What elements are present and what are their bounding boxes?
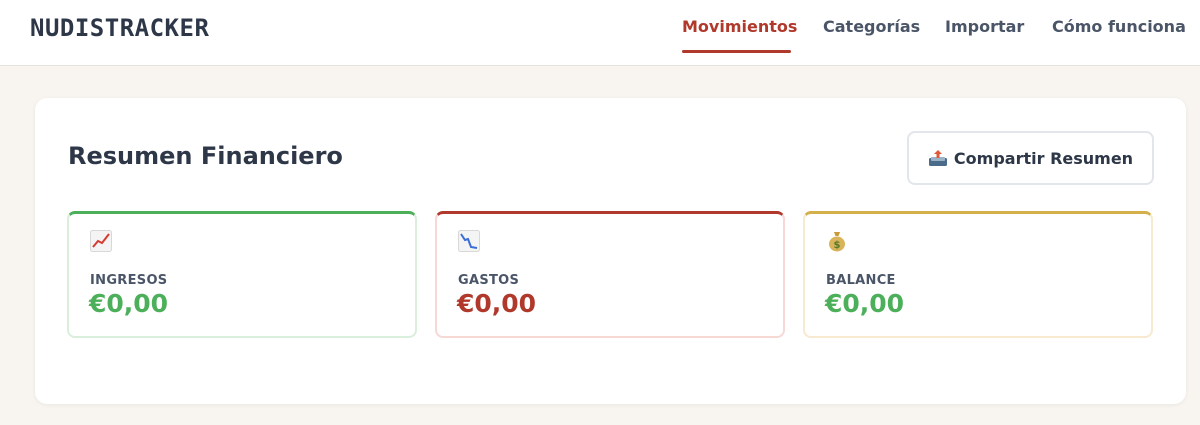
- nav-como-funciona[interactable]: Cómo funciona: [1052, 17, 1186, 36]
- chart-increasing-icon: [90, 230, 112, 252]
- income-stat-card: INGRESOS €0,00: [67, 211, 417, 338]
- financial-summary-card: Resumen Financiero Compartir Resumen ING…: [35, 98, 1186, 404]
- nav-movimientos[interactable]: Movimientos: [682, 17, 797, 36]
- summary-title: Resumen Financiero: [68, 142, 343, 170]
- income-value: €0,00: [89, 289, 169, 318]
- balance-value: €0,00: [825, 289, 905, 318]
- nav-categorias[interactable]: Categorías: [823, 17, 920, 36]
- nav-importar[interactable]: Importar: [945, 17, 1024, 36]
- expense-value: €0,00: [457, 289, 537, 318]
- inbox-tray-icon: [928, 150, 947, 166]
- share-summary-label: Compartir Resumen: [953, 148, 1134, 168]
- svg-text:$: $: [834, 240, 841, 251]
- balance-label: BALANCE: [826, 273, 896, 288]
- balance-stat-card: $ BALANCE €0,00: [803, 211, 1153, 338]
- app-logo[interactable]: NUDISTRACKER: [30, 14, 209, 42]
- expense-label: GASTOS: [458, 273, 520, 288]
- expense-stat-card: GASTOS €0,00: [435, 211, 785, 338]
- active-nav-indicator: [682, 50, 791, 53]
- money-bag-icon: $: [829, 232, 845, 252]
- top-navbar: NUDISTRACKER Movimientos Categorías Impo…: [0, 0, 1200, 66]
- chart-decreasing-icon: [458, 230, 480, 252]
- share-summary-button[interactable]: Compartir Resumen: [907, 131, 1154, 185]
- income-label: INGRESOS: [90, 273, 168, 288]
